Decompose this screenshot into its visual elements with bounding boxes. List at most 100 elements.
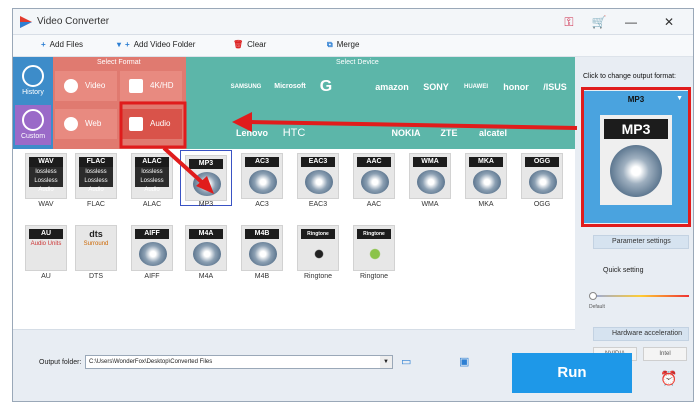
app-logo-icon (20, 16, 32, 28)
format-web-button[interactable]: Web (55, 109, 117, 139)
format-4khd-label: 4K/HD (150, 81, 174, 90)
format-tile-mka[interactable]: MKA (465, 153, 507, 199)
disc-icon (193, 172, 221, 196)
quick-setting-label: Quick setting (603, 267, 644, 274)
run-label: Run (557, 364, 587, 381)
brand-samsung[interactable]: SAMSUNG (226, 73, 266, 101)
brand-motorola-icon[interactable] (192, 119, 222, 147)
format-tile-ogg[interactable]: OGG (521, 153, 563, 199)
right-panel: Click to change output format: MP3 ▼ MP3… (575, 57, 693, 401)
format-tile-ac3[interactable]: AC3 (241, 153, 283, 199)
brand-alcatel[interactable]: alcatel (470, 119, 516, 147)
brand-asus[interactable]: /ISUS (538, 73, 572, 101)
add-video-folder-button[interactable]: ▾ + Add Video Folder (117, 40, 195, 49)
brand-device-icon[interactable] (350, 119, 380, 147)
format-grid: WAV lossless Lossless Audio WAV FLAC lossl… (13, 149, 575, 329)
brand-tv-icon[interactable] (316, 119, 346, 147)
apple-logo-icon[interactable] (192, 73, 222, 101)
tile-caption: WMA (413, 157, 447, 167)
chevron-down-icon[interactable]: ▼ (380, 356, 392, 368)
format-tile-wav[interactable]: WAV lossless Lossless Audio (25, 153, 67, 199)
format-web-label: Web (85, 119, 102, 128)
tile-caption: ALAC (135, 157, 169, 167)
clear-button[interactable]: 🗑 Clear (233, 40, 266, 49)
parameter-settings-button[interactable]: Parameter settings (593, 235, 689, 249)
slider-knob[interactable] (589, 292, 597, 300)
brand-honor[interactable]: honor (498, 73, 534, 101)
format-tile-au[interactable]: AU Audio Units (25, 225, 67, 271)
select-device-header: Select Device (336, 59, 379, 66)
format-tile-m4a[interactable]: M4A (185, 225, 227, 271)
brand-nokia[interactable]: NOKIA (384, 119, 428, 147)
key-icon[interactable]: ⚿ (561, 14, 577, 30)
speaker-icon (129, 117, 143, 131)
custom-label: Custom (20, 133, 46, 140)
output-folder-input[interactable]: C:\Users\WonderFox\Desktop\Converted Fil… (85, 355, 393, 369)
format-tile-ringtone-android[interactable]: Ringtone (353, 225, 395, 271)
output-folder-label: Output folder: (39, 359, 82, 366)
format-label-ac3: AC3 (255, 201, 269, 208)
format-panel: History Custom Select Format Video 4K/HD… (13, 57, 575, 149)
intel-chip[interactable]: Intel (643, 347, 687, 361)
open-folder-icon[interactable]: ▣ (459, 355, 469, 368)
format-tile-aiff[interactable]: AIFF (131, 225, 173, 271)
brand-microsoft[interactable]: Microsoft (270, 73, 310, 101)
cart-icon[interactable]: 🛒 (591, 14, 607, 30)
format-4khd-button[interactable]: 4K/HD (120, 71, 182, 101)
format-label-aac: AAC (366, 201, 382, 208)
format-audio-button[interactable]: Audio (120, 109, 182, 139)
format-tile-alac[interactable]: ALAC lossless Lossless Audio (131, 153, 173, 199)
format-tile-flac[interactable]: FLAC lossless Lossless Audio (75, 153, 117, 199)
format-label-dts: DTS (89, 273, 103, 280)
quality-slider[interactable] (593, 295, 689, 297)
format-video-button[interactable]: Video (55, 71, 117, 101)
custom-button[interactable]: Custom (15, 105, 51, 145)
format-tile-wma[interactable]: WMA (409, 153, 451, 199)
format-tile-eac3[interactable]: EAC3 (297, 153, 339, 199)
minimize-icon[interactable]: — (623, 14, 639, 30)
plus-icon: + (41, 40, 46, 49)
tile-caption: FLAC (79, 157, 113, 167)
tile-caption: WAV (29, 157, 63, 167)
tile-caption: dts (79, 229, 113, 239)
format-tile-dts[interactable]: dts Surround (75, 225, 117, 271)
brand-tv-screen-icon[interactable] (524, 119, 564, 147)
format-label-wma: WMA (421, 201, 439, 208)
brand-amazon[interactable]: amazon (370, 73, 414, 101)
android-icon (361, 242, 389, 266)
title-bar: Video Converter ⚿ 🛒 — ✕ (13, 9, 693, 35)
run-button[interactable]: Run (512, 353, 632, 393)
format-tile-ringtone-apple[interactable]: Ringtone (297, 225, 339, 271)
brand-lenovo[interactable]: Lenovo (232, 119, 272, 147)
hardware-acceleration-button[interactable]: Hardware acceleration (593, 327, 689, 341)
plus-icon: + (125, 40, 130, 49)
tile-sublabel: Audio Units (29, 239, 63, 259)
alarm-clock-icon[interactable]: ⏰ (660, 370, 677, 387)
tile-caption: AAC (357, 157, 391, 167)
add-files-label: Add Files (49, 40, 84, 49)
format-label-ogg: OGG (533, 201, 551, 208)
disc-icon (193, 242, 221, 266)
brand-google[interactable]: G (314, 73, 338, 101)
tile-sublabel: lossless Lossless Audio (79, 167, 113, 193)
app-window: Video Converter ⚿ 🛒 — ✕ + Add Files ▾ + Add… (12, 8, 694, 402)
brand-huawei[interactable]: HUAWEI (458, 73, 494, 101)
tile-sublabel: Surround (79, 239, 113, 259)
add-video-folder-label: Add Video Folder (133, 40, 196, 49)
brand-zte[interactable]: ZTE (432, 119, 466, 147)
play-icon (64, 79, 78, 93)
brand-htc[interactable]: HTC (276, 119, 312, 147)
add-files-button[interactable]: + Add Files (41, 40, 83, 49)
format-label-au: AU (41, 273, 51, 280)
close-icon[interactable]: ✕ (661, 14, 677, 30)
folder-icon[interactable]: ▭ (401, 355, 411, 368)
format-tile-mp3[interactable]: MP3 (180, 150, 232, 206)
brand-lg-icon[interactable] (342, 73, 366, 101)
select-format-header: Select Format (97, 59, 141, 66)
history-button[interactable]: History (15, 61, 51, 101)
brand-sony[interactable]: SONY (418, 73, 454, 101)
highlight-output-box (581, 87, 691, 227)
format-tile-m4b[interactable]: M4B (241, 225, 283, 271)
format-tile-aac[interactable]: AAC (353, 153, 395, 199)
merge-button[interactable]: ⧉ Merge (327, 40, 359, 50)
